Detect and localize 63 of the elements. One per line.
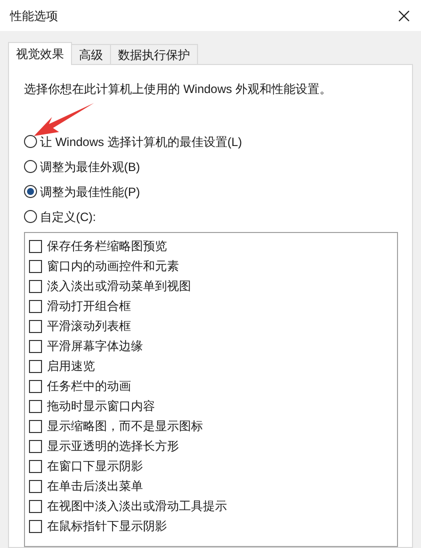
effect-label: 窗口内的动画控件和元素 <box>47 258 179 275</box>
effect-label: 在单击后淡出菜单 <box>47 478 143 495</box>
radio-label: 自定义(C): <box>40 208 96 226</box>
effect-option[interactable]: 启用速览 <box>29 356 397 376</box>
checkbox[interactable] <box>29 380 42 392</box>
effect-option[interactable]: 拖动时显示窗口内容 <box>29 396 397 416</box>
effect-label: 平滑滚动列表框 <box>47 318 131 335</box>
radio-label: 调整为最佳外观(B) <box>40 158 140 176</box>
effect-label: 平滑屏幕字体边缘 <box>47 338 143 355</box>
close-icon <box>398 10 410 22</box>
tab[interactable]: 数据执行保护 <box>110 44 198 64</box>
effect-option[interactable]: 在单击后淡出菜单 <box>29 476 397 496</box>
checkbox[interactable] <box>29 520 42 532</box>
checkbox[interactable] <box>29 460 42 472</box>
checkbox[interactable] <box>29 440 42 452</box>
radio-label: 让 Windows 选择计算机的最佳设置(L) <box>40 134 242 150</box>
effect-label: 在鼠标指针下显示阴影 <box>47 518 167 535</box>
radio-button[interactable] <box>24 135 37 148</box>
radio-option[interactable]: 调整为最佳性能(P) <box>24 182 400 201</box>
description-text: 选择你想在此计算机上使用的 Windows 外观和性能设置。 <box>24 81 332 98</box>
radio-option[interactable]: 让 Windows 选择计算机的最佳设置(L) <box>24 132 400 151</box>
effect-label: 滑动打开组合框 <box>47 298 131 315</box>
window-title: 性能选项 <box>10 8 58 24</box>
checkbox[interactable] <box>29 300 42 312</box>
effect-label: 保存任务栏缩略图预览 <box>47 238 167 255</box>
tab[interactable]: 视觉效果 <box>8 42 72 65</box>
radio-button[interactable] <box>24 210 37 223</box>
radio-label: 调整为最佳性能(P) <box>40 184 140 200</box>
checkbox[interactable] <box>29 260 42 272</box>
effect-option[interactable]: 淡入淡出或滑动菜单到视图 <box>29 276 397 296</box>
effect-label: 任务栏中的动画 <box>47 378 131 395</box>
effect-option[interactable]: 滑动打开组合框 <box>29 296 397 316</box>
effect-label: 显示亚透明的选择长方形 <box>47 438 179 455</box>
effect-option[interactable]: 保存任务栏缩略图预览 <box>29 236 397 256</box>
effect-label: 淡入淡出或滑动菜单到视图 <box>47 278 191 295</box>
effect-option[interactable]: 在鼠标指针下显示阴影 <box>29 516 397 536</box>
effect-option[interactable]: 平滑滚动列表框 <box>29 316 397 336</box>
effect-option[interactable]: 在窗口下显示阴影 <box>29 456 397 476</box>
effect-label: 启用速览 <box>47 358 95 375</box>
effect-label: 显示缩略图，而不是显示图标 <box>47 418 203 435</box>
effect-option[interactable]: 在视图中淡入淡出或滑动工具提示 <box>29 496 397 516</box>
radio-option[interactable]: 调整为最佳外观(B) <box>24 157 400 176</box>
checkbox[interactable] <box>29 240 42 252</box>
checkbox[interactable] <box>29 360 42 372</box>
effect-label: 拖动时显示窗口内容 <box>47 398 155 415</box>
checkbox[interactable] <box>29 420 42 432</box>
effect-option[interactable]: 显示缩略图，而不是显示图标 <box>29 416 397 436</box>
checkbox[interactable] <box>29 480 42 492</box>
effect-option[interactable]: 显示亚透明的选择长方形 <box>29 436 397 456</box>
checkbox[interactable] <box>29 500 42 512</box>
checkbox[interactable] <box>29 400 42 412</box>
checkbox[interactable] <box>29 340 42 352</box>
effect-option[interactable]: 任务栏中的动画 <box>29 376 397 396</box>
radio-option[interactable]: 自定义(C): <box>24 207 400 226</box>
effect-label: 在视图中淡入淡出或滑动工具提示 <box>47 498 227 515</box>
radio-button[interactable] <box>24 185 37 198</box>
effect-option[interactable]: 平滑屏幕字体边缘 <box>29 336 397 356</box>
checkbox[interactable] <box>29 280 42 292</box>
effect-label: 在窗口下显示阴影 <box>47 458 143 475</box>
radio-button[interactable] <box>24 160 37 173</box>
effect-option[interactable]: 窗口内的动画控件和元素 <box>29 256 397 276</box>
checkbox[interactable] <box>29 320 42 332</box>
arrow-annotation <box>33 102 95 138</box>
